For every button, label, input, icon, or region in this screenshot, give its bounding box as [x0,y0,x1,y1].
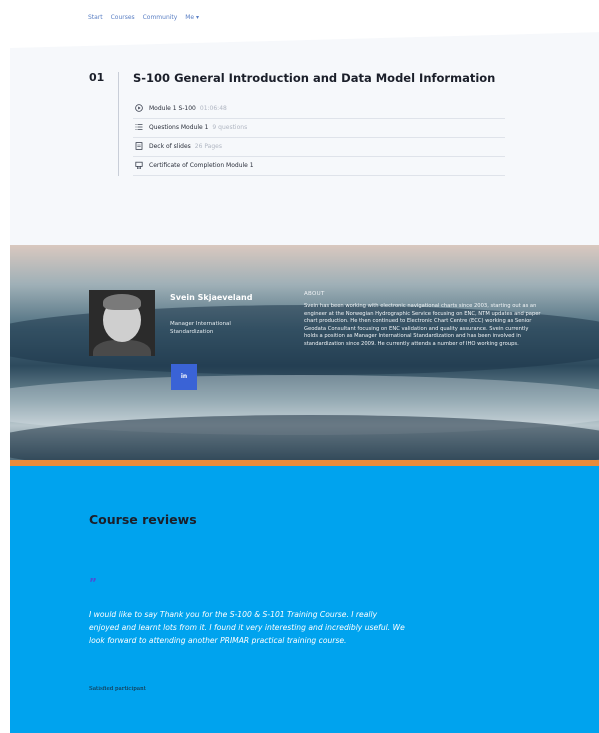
curriculum-item-label: Deck of slides [149,143,191,150]
quote-icon: ” [89,576,97,590]
page-content: 01 S-100 General Introduction and Data M… [10,30,599,733]
reviews-section: Course reviews ” I would like to say Tha… [10,466,599,733]
curriculum-item-video[interactable]: Module 1 S-100 01:06:48 [133,100,505,119]
chapter-divider-line [118,72,119,176]
review-author: Satisfied participant [89,686,146,692]
list-icon [135,123,143,131]
chapter-title: S-100 General Introduction and Data Mode… [133,71,496,85]
curriculum-item-label: Questions Module 1 [149,124,209,131]
nav-courses[interactable]: Courses [111,14,135,21]
reviews-heading: Course reviews [89,512,197,527]
document-icon [135,142,143,150]
curriculum-item-meta: 9 questions [212,124,248,131]
nav-community[interactable]: Community [143,14,178,21]
about-heading: ABOUT [304,291,325,297]
curriculum-item-certificate[interactable]: Certificate of Completion Module 1 [133,157,505,176]
about-text: Svein has been working with electronic n… [304,303,541,347]
curriculum-item-label: Module 1 S-100 [149,105,196,112]
nav-me-dropdown[interactable]: Me ▾ [185,14,199,21]
chapter-number: 01 [89,71,105,84]
section-divider [10,30,599,48]
curriculum-section: 01 S-100 General Introduction and Data M… [10,30,599,260]
speaker-photo [89,290,155,356]
nav-start[interactable]: Start [88,14,103,21]
speaker-section: Svein Skjaeveland Manager International … [10,245,599,475]
certificate-icon [135,161,143,170]
review-text: I would like to say Thank you for the S-… [89,610,405,645]
curriculum-item-meta: 01:06:48 [199,105,227,112]
curriculum-item-label: Certificate of Completion Module 1 [149,162,254,169]
curriculum-item-questions[interactable]: Questions Module 19 questions [133,119,505,138]
curriculum-item-slides[interactable]: Deck of slides 26 Pages [133,138,505,157]
linkedin-button[interactable]: in [171,364,197,390]
play-circle-icon [135,104,143,112]
speaker-role: Manager International Standardization [170,321,231,335]
top-navigation: Start Courses Community Me ▾ [0,0,599,30]
speaker-name: Svein Skjaeveland [170,293,253,302]
curriculum-item-meta: 26 Pages [194,143,222,150]
nav-links: Start Courses Community Me ▾ [88,14,205,21]
